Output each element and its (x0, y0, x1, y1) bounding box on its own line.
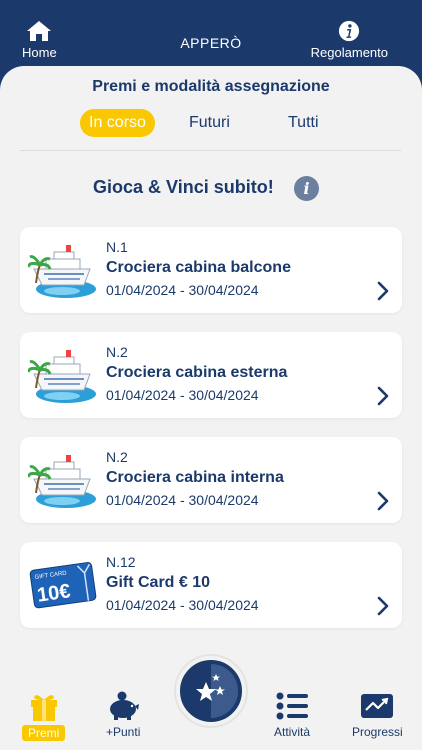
tab-in-corso[interactable]: In corso (80, 109, 155, 137)
section-title: Premi e modalità assegnazione (92, 78, 330, 95)
nav-punti-label: +Punti (106, 725, 141, 739)
play-info-icon[interactable]: i (294, 176, 319, 201)
chevron-right-icon (377, 596, 389, 616)
prize-quantity: N.2 (106, 449, 128, 465)
prize-quantity: N.12 (106, 554, 136, 570)
nav-progressi-label: Progressi (352, 725, 403, 739)
chevron-right-icon (377, 281, 389, 301)
cruise-ship-icon (28, 350, 96, 403)
prize-card[interactable]: N.2 Crociera cabina interna 01/04/2024 -… (20, 437, 402, 523)
info-icon (339, 20, 360, 42)
prize-card[interactable]: N.2 Crociera cabina esterna 01/04/2024 -… (20, 332, 402, 418)
divider (20, 150, 401, 151)
nav-punti[interactable]: +Punti (106, 690, 140, 739)
prize-info: N.1 Crociera cabina balcone 01/04/2024 -… (106, 238, 291, 300)
prize-info: N.12 Gift Card € 10 01/04/2024 - 30/04/2… (106, 553, 259, 615)
prize-quantity: N.2 (106, 344, 128, 360)
prize-dates: 01/04/2024 - 30/04/2024 (106, 387, 259, 403)
chevron-right-icon (377, 491, 389, 511)
prize-card[interactable]: N.1 Crociera cabina balcone 01/04/2024 -… (20, 227, 402, 313)
tab-futuri[interactable]: Futuri (189, 109, 230, 137)
list-icon (276, 692, 308, 720)
gift-card-icon: GIFT CARD 10€ (29, 562, 97, 609)
chevron-right-icon (377, 386, 389, 406)
rules-button[interactable]: Regolamento (311, 20, 388, 60)
tab-tutti[interactable]: Tutti (288, 109, 319, 137)
cruise-ship-icon (28, 455, 96, 508)
prize-dates: 01/04/2024 - 30/04/2024 (106, 597, 259, 613)
trending-up-icon (361, 694, 394, 718)
prize-name: Crociera cabina esterna (106, 364, 288, 381)
nav-attivita[interactable]: Attività (274, 690, 310, 739)
cruise-ship-icon (28, 245, 96, 298)
prize-info: N.2 Crociera cabina esterna 01/04/2024 -… (106, 343, 287, 405)
prize-name: Crociera cabina balcone (106, 259, 291, 276)
prize-dates: 01/04/2024 - 30/04/2024 (106, 282, 259, 298)
prize-name: Crociera cabina interna (106, 469, 284, 486)
nav-premi[interactable]: Premi (22, 690, 66, 741)
gift-icon (30, 695, 57, 721)
play-center-button[interactable] (176, 656, 246, 726)
nav-attivita-label: Attività (274, 725, 311, 739)
nav-progressi[interactable]: Progressi (352, 690, 403, 739)
prize-name: Gift Card € 10 (106, 574, 211, 591)
gift-card-value: 10€ (36, 580, 72, 606)
prize-quantity: N.1 (106, 239, 128, 255)
rules-label: Regolamento (310, 45, 388, 60)
tab-bar: In corso Futuri Tutti (0, 109, 422, 139)
prize-dates: 01/04/2024 - 30/04/2024 (106, 492, 259, 508)
piggy-bank-icon (110, 691, 140, 720)
stars-icon (196, 664, 238, 718)
prize-card[interactable]: GIFT CARD 10€ N.12 Gift Card € 10 01/04/… (20, 542, 402, 628)
play-title: Gioca & Vinci subito! (93, 177, 274, 197)
prize-info: N.2 Crociera cabina interna 01/04/2024 -… (106, 448, 284, 510)
play-header: Gioca & Vinci subito! i (0, 176, 422, 202)
nav-premi-label: Premi (22, 725, 66, 741)
